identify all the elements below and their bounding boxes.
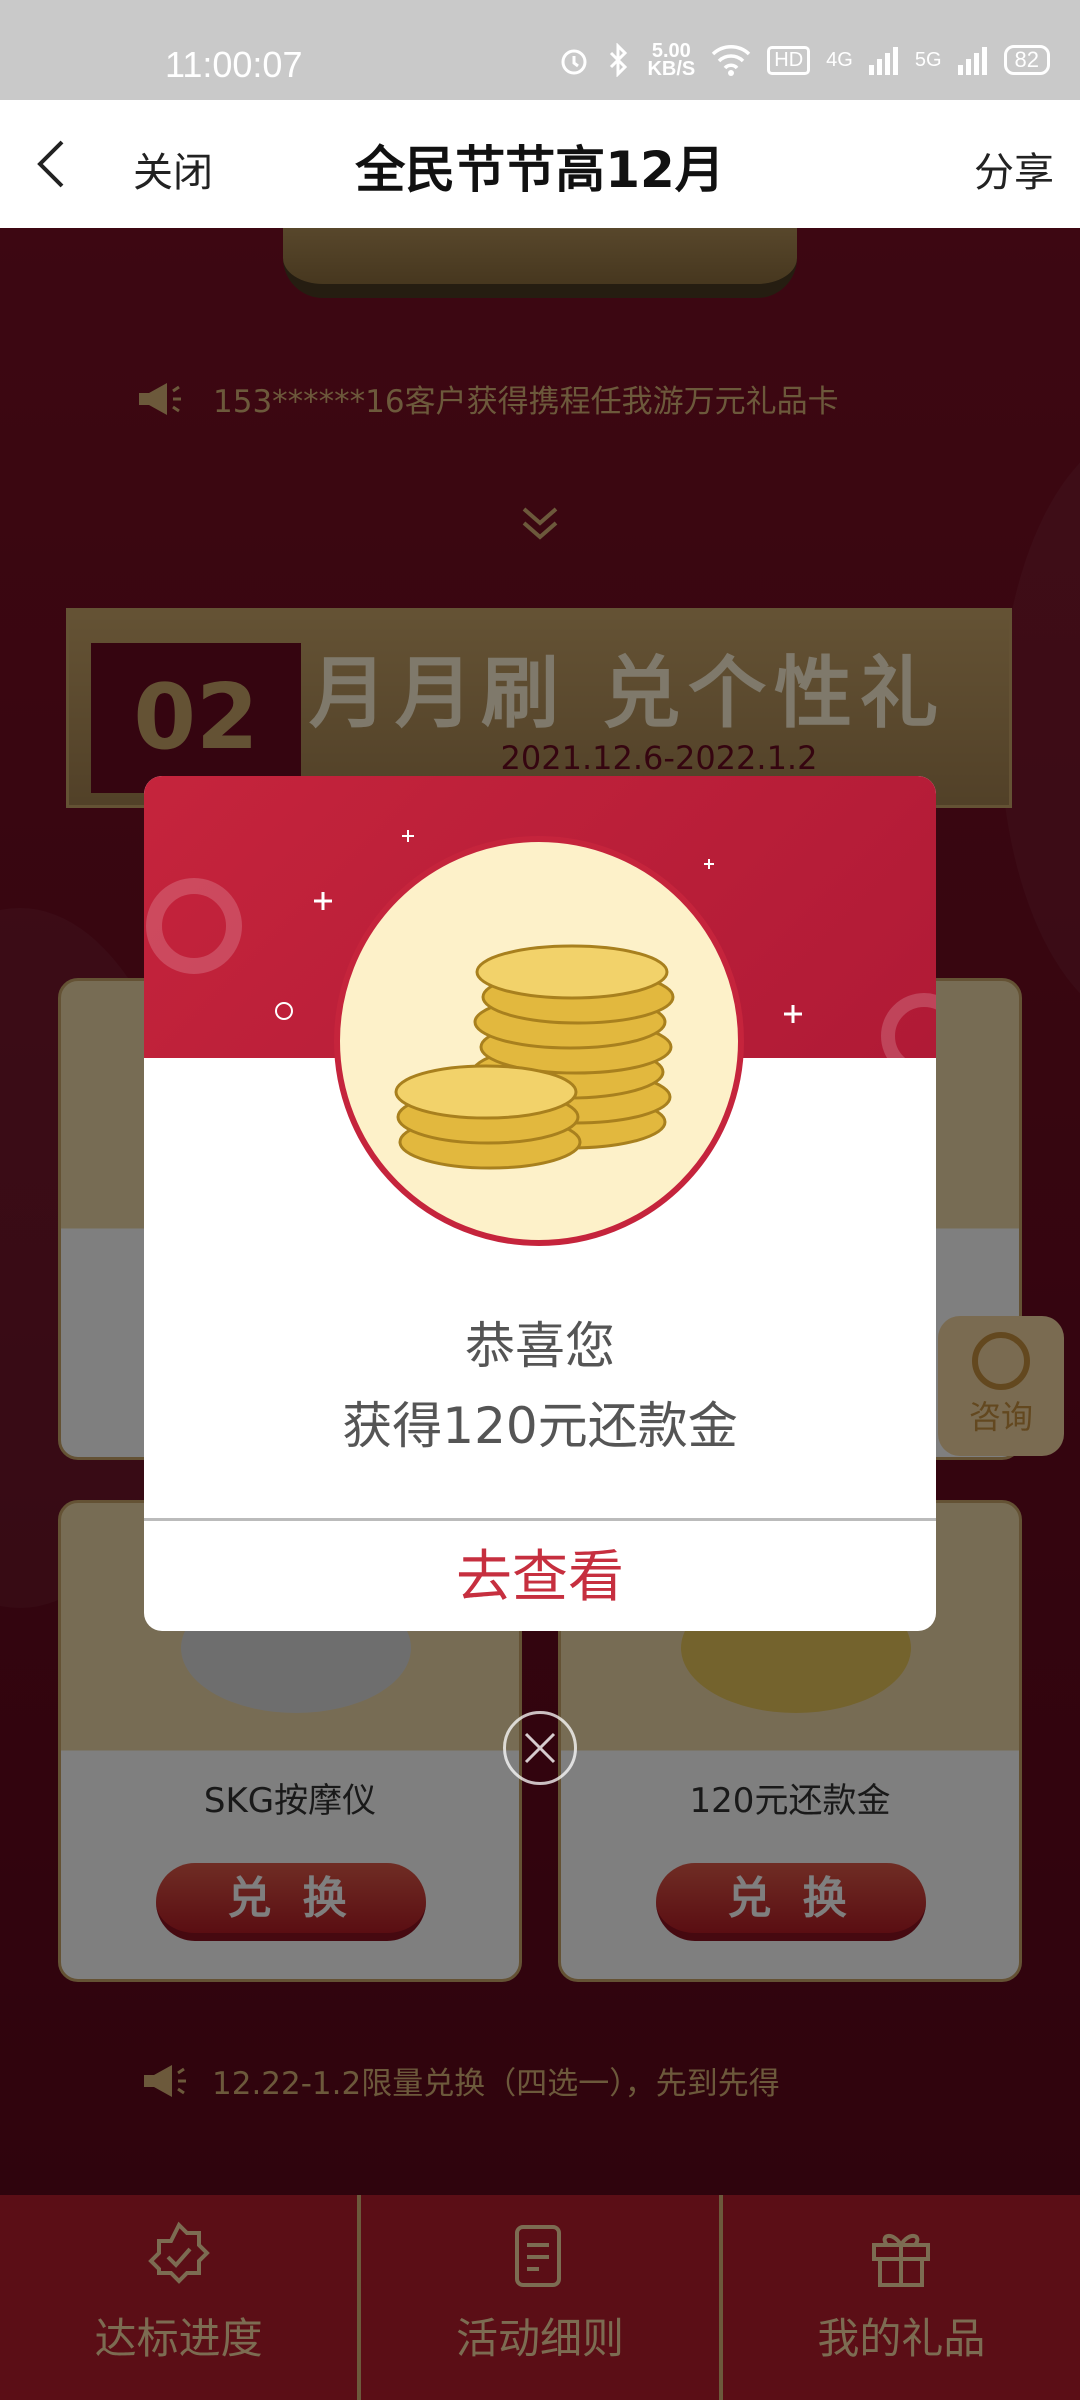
signal-5g: 5G (914, 48, 942, 71)
share-button[interactable]: 分享 (974, 140, 1054, 198)
dialog-divider (144, 1518, 936, 1521)
wifi-icon (712, 45, 751, 76)
reward-text: 获得120元还款金 (342, 1397, 738, 1455)
signal-icon (957, 47, 987, 75)
alarm-icon (561, 49, 587, 75)
signal-icon (868, 47, 898, 75)
coins-illustration (334, 836, 744, 1246)
bluetooth-icon (610, 43, 628, 77)
reward-dialog: 恭喜您 获得120元还款金 去查看 (144, 776, 936, 1631)
status-bar: 11:00:07 5.00 KB/S HD 4G 5G 82 (0, 0, 1080, 100)
hd-icon: HD (767, 45, 811, 75)
congrats-text: 恭喜您 (465, 1317, 615, 1375)
status-time: 11:00:07 (165, 44, 303, 85)
gold-coins-icon (394, 944, 675, 1170)
battery-icon: 82 (1003, 45, 1050, 75)
net-speed: 5.00 KB/S (647, 40, 696, 80)
status-icons: 5.00 KB/S HD 4G 5G 82 (557, 40, 1050, 80)
close-icon (524, 1732, 556, 1764)
nav-bar: 关闭 全民节节高12月 分享 (0, 100, 1080, 228)
page-title: 全民节节高12月 (355, 141, 725, 199)
signal-4g: 4G (826, 48, 853, 71)
view-button[interactable]: 去查看 (144, 1524, 936, 1631)
dialog-close-button[interactable] (503, 1711, 577, 1785)
